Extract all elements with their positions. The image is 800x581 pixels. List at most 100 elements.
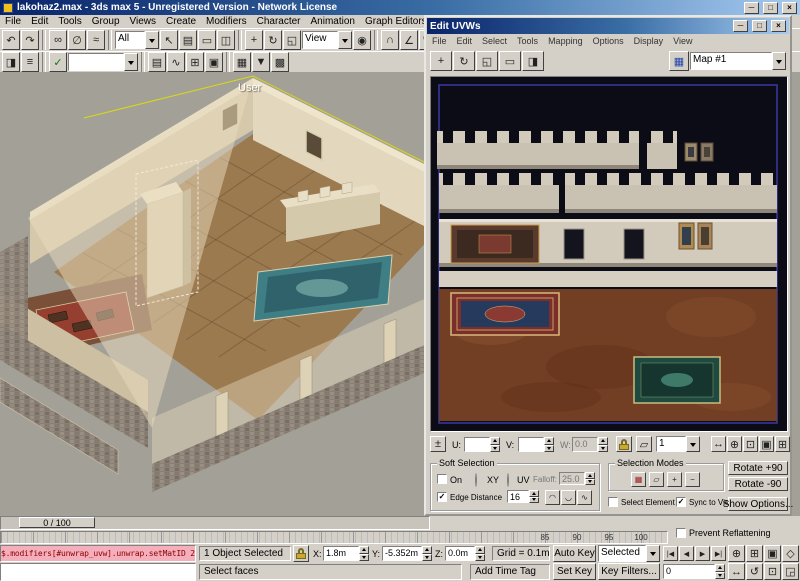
mirror-icon[interactable]: ◨ (2, 52, 20, 72)
use-pivot-icon[interactable]: ◉ (353, 30, 371, 50)
close-button[interactable]: × (782, 2, 797, 14)
zoom-extents-icon[interactable]: ▣ (759, 436, 774, 452)
lock-selected-icon[interactable] (616, 436, 632, 452)
map-channel-combo[interactable]: Map #1 (690, 52, 786, 70)
window-titlebar[interactable]: lakohaz2.max - 3ds max 5 - Unregistered … (0, 0, 800, 15)
maxscript-listener-macro-line[interactable]: $.modifiers[#unwrap_uvw].unwrap.setMatID… (0, 545, 196, 562)
play-icon[interactable]: ▶ (695, 546, 710, 561)
named-selection-combo[interactable] (68, 53, 138, 71)
filter-faces-icon[interactable]: ▱ (636, 436, 652, 452)
zoom-all-icon[interactable]: ⊞ (746, 545, 763, 562)
edge-distance-field[interactable]: 16 (507, 490, 529, 503)
x-coordinate-field[interactable]: 1.8m (323, 546, 359, 561)
edge-distance-spinner[interactable] (529, 490, 539, 503)
dialog-menu-item[interactable]: Mapping (543, 35, 588, 47)
material-editor-icon[interactable]: ▣ (205, 52, 223, 72)
coord-system-combo[interactable]: View (302, 31, 352, 49)
dialog-menu-item[interactable]: Edit (452, 35, 478, 47)
dialog-menu-item[interactable]: Options (588, 35, 629, 47)
dropdown-arrow-icon[interactable] (646, 545, 660, 562)
selection-lock-icon[interactable] (293, 545, 309, 562)
grow-selection-icon[interactable]: + (667, 472, 682, 487)
select-move-icon[interactable]: + (245, 30, 263, 50)
grid-snap-icon[interactable]: ⊞ (775, 436, 790, 452)
matid-combo[interactable]: 1 (656, 436, 700, 452)
y-spinner[interactable] (422, 546, 432, 561)
undo-icon[interactable]: ↶ (2, 30, 20, 50)
falloff-curve-linear-icon[interactable]: ◡ (561, 490, 576, 505)
unlink-icon[interactable]: ∅ (68, 30, 86, 50)
z-spinner[interactable] (475, 546, 485, 561)
key-selection-combo[interactable]: Selected (598, 545, 660, 562)
prevent-reflattening-checkbox[interactable] (676, 528, 686, 538)
edge-mode-icon[interactable]: ▱ (649, 472, 664, 487)
go-to-end-icon[interactable]: ▶| (711, 546, 726, 561)
select-by-name-icon[interactable]: ▤ (179, 30, 197, 50)
bind-spacewarp-icon[interactable]: ≈ (87, 30, 105, 50)
dialog-menu-item[interactable]: Display (629, 35, 669, 47)
frame-spinner[interactable] (715, 564, 725, 579)
zoom-region-viewport-icon[interactable]: ⊡ (764, 563, 781, 580)
dropdown-arrow-icon[interactable] (772, 52, 786, 70)
time-slider[interactable]: 0 / 100 (0, 516, 430, 530)
falloff-curve-smooth-icon[interactable]: ◠ (545, 490, 560, 505)
v-field[interactable] (518, 437, 544, 452)
selection-region-icon[interactable]: ▭ (198, 30, 216, 50)
edge-distance-checkbox[interactable]: ✓ (437, 492, 447, 502)
select-rotate-icon[interactable]: ↻ (264, 30, 282, 50)
dropdown-arrow-icon[interactable] (338, 31, 352, 49)
select-object-icon[interactable]: ↖ (160, 30, 178, 50)
dialog-menu-item[interactable]: View (668, 35, 697, 47)
menu-item[interactable]: Group (87, 15, 125, 28)
menu-item[interactable]: File (0, 15, 26, 28)
dialog-menu-item[interactable]: Tools (512, 35, 543, 47)
pan-viewport-icon[interactable]: ↔ (728, 563, 745, 580)
x-spinner[interactable] (359, 546, 369, 561)
shrink-selection-icon[interactable]: − (685, 472, 700, 487)
render-type-icon[interactable]: ▼ (252, 52, 270, 72)
dialog-minimize-button[interactable]: ─ (733, 20, 748, 32)
named-selection-check-icon[interactable]: ✓ (49, 52, 67, 72)
select-element-checkbox[interactable] (608, 497, 618, 507)
menu-item[interactable]: Animation (306, 15, 360, 28)
menu-item[interactable]: Graph Editors (360, 15, 432, 28)
layer-manager-icon[interactable]: ▤ (148, 52, 166, 72)
sync-viewport-checkbox[interactable]: ✓ (676, 497, 686, 507)
v-spinner[interactable] (544, 437, 554, 452)
uvw-move-icon[interactable]: + (430, 51, 452, 71)
window-crossing-icon[interactable]: ◫ (217, 30, 235, 50)
y-coordinate-field[interactable]: -5.352m (382, 546, 422, 561)
previous-frame-icon[interactable]: ◀ (679, 546, 694, 561)
uvw-scale-icon[interactable]: ◱ (476, 51, 498, 71)
curve-editor-icon[interactable]: ∿ (167, 52, 185, 72)
track-bar[interactable]: 859095100 (0, 531, 668, 544)
uv-editor-canvas[interactable] (430, 76, 788, 432)
z-coordinate-field[interactable]: 0.0m (445, 546, 475, 561)
go-to-start-icon[interactable]: |◀ (663, 546, 678, 561)
maxscript-listener-script-line[interactable] (0, 563, 196, 581)
dialog-menu-item[interactable]: Select (477, 35, 512, 47)
menu-item[interactable]: Views (125, 15, 162, 28)
show-map-icon[interactable]: ▦ (669, 51, 689, 71)
face-mode-icon[interactable]: ▦ (631, 472, 646, 487)
min-max-toggle-icon[interactable]: ◲ (782, 563, 799, 580)
menu-item[interactable]: Create (161, 15, 201, 28)
dialog-maximize-button[interactable]: □ (752, 20, 767, 32)
pan-icon[interactable]: ↔ (711, 436, 726, 452)
quick-render-icon[interactable]: ▩ (271, 52, 289, 72)
xy-radio[interactable] (475, 473, 477, 487)
rotate-plus-90-button[interactable]: Rotate +90 (728, 461, 788, 475)
auto-key-button[interactable]: Auto Key (553, 545, 596, 562)
menu-item[interactable]: Tools (53, 15, 86, 28)
rotate-minus-90-button[interactable]: Rotate -90 (728, 477, 788, 491)
menu-item[interactable]: Modifiers (201, 15, 252, 28)
menu-item[interactable]: Character (252, 15, 306, 28)
show-options-button[interactable]: Show Options... (728, 497, 788, 511)
set-key-button[interactable]: Set Key (553, 563, 596, 580)
key-filters-button[interactable]: Key Filters... (598, 563, 660, 580)
add-time-tag[interactable]: Add Time Tag (470, 564, 550, 580)
selection-filter-combo[interactable]: All (115, 31, 159, 49)
uv-radio[interactable] (507, 473, 509, 487)
redo-icon[interactable]: ↷ (21, 30, 39, 50)
viewport-label[interactable]: User (238, 82, 261, 94)
